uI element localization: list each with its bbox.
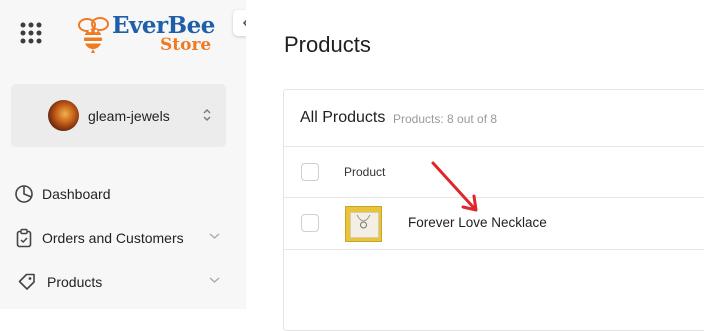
table-row[interactable]: Forever Love Necklace — [284, 198, 704, 250]
table-header: Product — [284, 147, 704, 198]
sidebar-item-label: Dashboard — [42, 186, 111, 202]
store-avatar — [48, 100, 79, 131]
bee-icon — [78, 17, 109, 53]
card-title: All Products — [300, 109, 386, 126]
card-header: All Products Products: 8 out of 8 — [284, 90, 704, 147]
necklace-image — [350, 212, 379, 238]
store-switcher[interactable]: gleam-jewels — [11, 84, 226, 147]
row-checkbox[interactable] — [301, 214, 319, 232]
sidebar-item-products[interactable]: Products — [14, 270, 234, 294]
product-count: Products: 8 out of 8 — [393, 112, 498, 126]
chevron-updown-icon — [203, 109, 211, 121]
product-name[interactable]: Forever Love Necklace — [408, 215, 547, 230]
sidebar-item-label: Orders and Customers — [42, 230, 184, 246]
products-card: All Products Products: 8 out of 8 Produc… — [283, 89, 704, 331]
sidebar-item-orders-and-customers[interactable]: Orders and Customers — [14, 226, 234, 250]
sidebar: EverBee Store gleam-jewels Dashboard Ord… — [0, 0, 259, 309]
chevron-down-icon — [209, 277, 220, 283]
chevron-down-icon — [209, 233, 220, 239]
apps-grid-icon[interactable] — [20, 22, 42, 44]
main-content: Products All Products Products: 8 out of… — [246, 0, 704, 331]
column-header-product: Product — [344, 165, 386, 179]
red-arrow-annotation — [431, 161, 478, 212]
tag-icon — [18, 273, 35, 290]
sidebar-item-dashboard[interactable]: Dashboard — [14, 182, 234, 206]
store-name: gleam-jewels — [88, 108, 170, 124]
product-thumbnail — [345, 206, 382, 242]
clipboard-icon — [16, 228, 32, 248]
sidebar-item-label: Products — [47, 274, 103, 290]
select-all-checkbox[interactable] — [301, 163, 319, 181]
everbee-logo[interactable]: EverBee Store — [76, 14, 216, 56]
logo-text-store: Store — [160, 35, 212, 55]
necklace-icon — [356, 214, 371, 229]
page-title: Products — [284, 32, 371, 57]
pie-chart-icon — [15, 185, 33, 203]
